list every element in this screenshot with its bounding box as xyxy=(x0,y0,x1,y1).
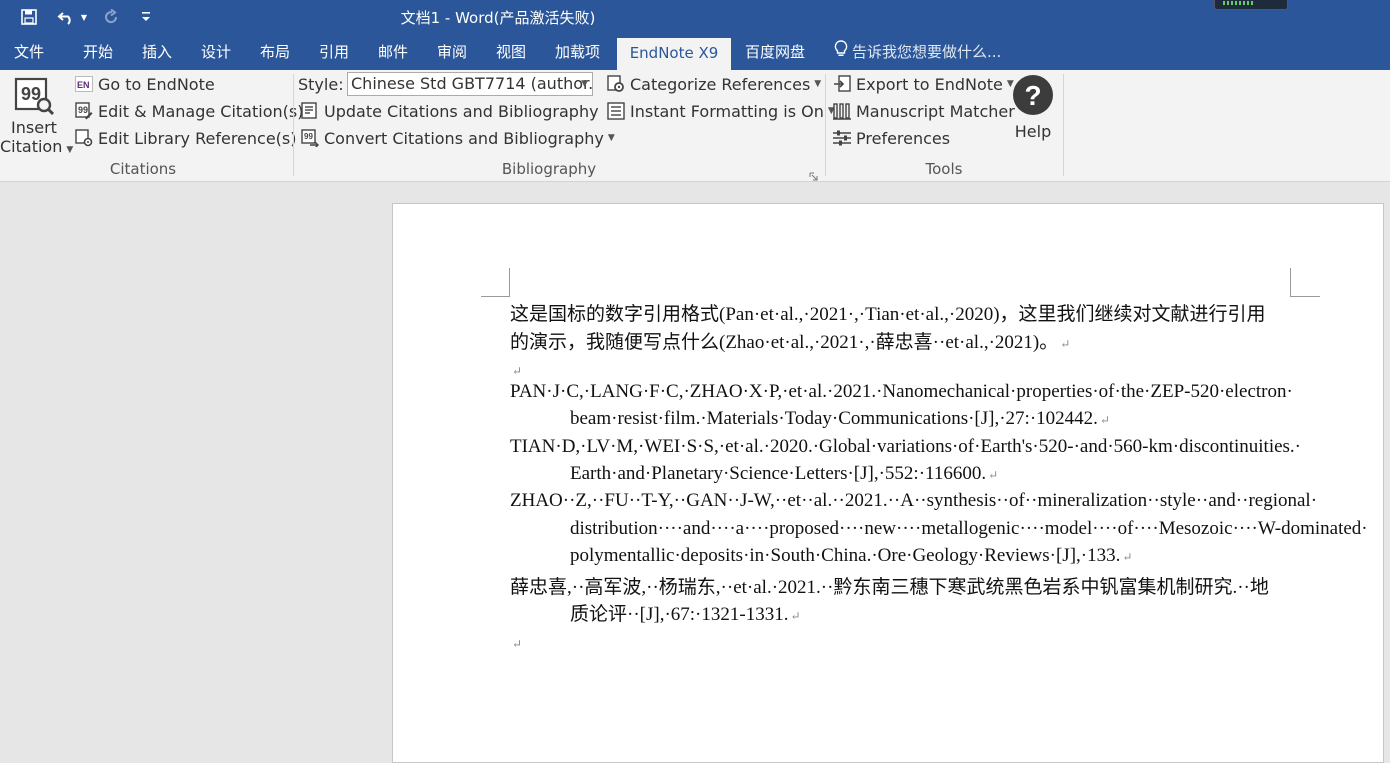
reference-entry-hanging-line[interactable]: Earth·and·Planetary·Science·Letters·[J],… xyxy=(570,463,998,485)
style-dropdown[interactable]: Chinese Std GBT7714 (author... ▼ xyxy=(347,72,593,96)
redo-icon[interactable] xyxy=(98,4,124,30)
convert-citations-button[interactable]: 99 Convert Citations and Bibliography ▼ xyxy=(300,126,615,150)
instant-formatting-icon xyxy=(606,101,626,121)
insert-citation-label-2: Citation ▼ xyxy=(0,137,74,156)
manuscript-matcher-button[interactable]: Manuscript Matcher xyxy=(832,99,1015,123)
system-widget xyxy=(1214,0,1288,10)
svg-text:EN: EN xyxy=(77,80,90,90)
svg-text:99: 99 xyxy=(304,132,313,141)
edit-citation-icon: 99 xyxy=(74,101,94,121)
reference-entry-first-line[interactable]: TIAN·D,·LV·M,·WEI·S·S,·et·al.·2020.·Glob… xyxy=(510,436,1301,458)
update-citations-button[interactable]: Update Citations and Bibliography xyxy=(300,99,599,123)
chevron-down-icon: ▼ xyxy=(581,79,588,89)
insert-citation-button[interactable]: 99 Insert Citation ▼ xyxy=(0,72,73,156)
preferences-button[interactable]: Preferences xyxy=(832,126,950,150)
instant-formatting-button[interactable]: Instant Formatting is On ▼ xyxy=(606,99,835,123)
export-to-endnote-button[interactable]: Export to EndNote ▼ xyxy=(832,72,1014,96)
empty-paragraph[interactable]: ↵ xyxy=(510,359,522,381)
update-citations-label: Update Citations and Bibliography xyxy=(324,101,599,121)
help-label: Help xyxy=(1014,122,1052,141)
instant-formatting-label: Instant Formatting is On xyxy=(630,101,824,121)
tab-file[interactable]: 文件 xyxy=(14,34,44,70)
reference-entry-hanging-line[interactable]: 质论评··[J],·67:·1321-1331. ↵ xyxy=(570,599,801,626)
crop-mark xyxy=(1290,268,1291,296)
edit-library-references-label: Edit Library Reference(s) xyxy=(98,128,297,148)
svg-text:99: 99 xyxy=(78,105,88,115)
tab-references[interactable]: 引用 xyxy=(319,34,349,70)
reference-entry-hanging-line[interactable]: polymentallic·deposits·in·South·China.·O… xyxy=(570,545,1132,567)
body-paragraph-line[interactable]: 这是国标的数字引用格式(Pan·et·al.,·2021·,·Tian·et·a… xyxy=(510,299,1266,326)
tab-layout[interactable]: 布局 xyxy=(260,34,290,70)
empty-paragraph[interactable]: ↵ xyxy=(510,632,522,654)
dialog-launcher-icon[interactable] xyxy=(809,167,819,181)
ribbon-tabs: 文件 开始 插入 设计 布局 引用 邮件 审阅 视图 加载项 EndNote X… xyxy=(0,34,1390,70)
ribbon-panel: 99 Insert Citation ▼ EN Go to EndNote 99 … xyxy=(0,70,1390,182)
svg-text:?: ? xyxy=(1024,80,1041,111)
categorize-references-button[interactable]: Categorize References ▼ xyxy=(606,72,821,96)
save-icon[interactable] xyxy=(16,4,42,30)
document-page[interactable]: 这是国标的数字引用格式(Pan·et·al.,·2021·,·Tian·et·a… xyxy=(392,203,1384,763)
tell-me-label: 告诉我您想要做什么... xyxy=(852,43,1002,61)
edit-library-references-button[interactable]: Edit Library Reference(s) xyxy=(74,126,297,150)
edit-manage-citations-label: Edit & Manage Citation(s) xyxy=(98,101,304,121)
preferences-label: Preferences xyxy=(856,128,951,148)
reference-entry-hanging-line[interactable]: beam·resist·film.·Materials·Today·Commun… xyxy=(570,408,1110,430)
tab-baidu-netdisk[interactable]: 百度网盘 xyxy=(745,34,805,70)
customize-icon[interactable] xyxy=(138,4,154,30)
undo-icon[interactable]: ▼ xyxy=(52,4,92,30)
tab-review[interactable]: 审阅 xyxy=(437,34,467,70)
reference-entry-first-line[interactable]: 薛忠喜,··高军波,··杨瑞东,··et·al.·2021.··黔东南三穗下寒武… xyxy=(510,572,1269,599)
group-separator xyxy=(1063,74,1064,176)
tab-view[interactable]: 视图 xyxy=(496,34,526,70)
insert-citation-icon: 99 xyxy=(0,72,68,118)
style-dropdown-value: Chinese Std GBT7714 (author... xyxy=(351,74,593,93)
library-gear-icon xyxy=(74,128,94,148)
lightbulb-icon xyxy=(834,35,848,71)
window-title: 文档1 - Word(产品激活失败) xyxy=(400,9,596,27)
export-to-endnote-label: Export to EndNote xyxy=(856,74,1003,94)
tools-group-label: Tools xyxy=(925,160,963,178)
convert-citations-label: Convert Citations and Bibliography xyxy=(324,128,604,148)
tab-insert[interactable]: 插入 xyxy=(142,34,172,70)
crop-mark xyxy=(481,296,510,297)
export-icon xyxy=(832,74,852,94)
categorize-gear-icon xyxy=(606,74,626,94)
help-button[interactable]: ? Help xyxy=(1010,74,1056,141)
tab-home[interactable]: 开始 xyxy=(83,34,113,70)
reference-entry-first-line[interactable]: ZHAO··Z,··FU··T-Y,··GAN··J-W,··et··al.··… xyxy=(510,490,1317,512)
categorize-references-label: Categorize References xyxy=(630,74,811,94)
citations-group-label: Citations xyxy=(109,160,177,178)
manuscript-matcher-icon xyxy=(832,101,852,121)
tab-design[interactable]: 设计 xyxy=(201,34,231,70)
title-bar: ▼ 文档1 - Word(产品激活失败) xyxy=(0,0,1390,34)
go-to-endnote-label: Go to EndNote xyxy=(98,74,215,94)
tell-me-search[interactable]: 告诉我您想要做什么... xyxy=(834,34,1001,70)
tab-addins[interactable]: 加载项 xyxy=(555,34,600,70)
update-citations-icon xyxy=(300,101,320,121)
tab-mailings[interactable]: 邮件 xyxy=(378,34,408,70)
group-separator xyxy=(293,74,294,176)
help-question-icon: ? xyxy=(1010,74,1056,116)
go-to-endnote-button[interactable]: EN Go to EndNote xyxy=(74,72,215,96)
crop-mark xyxy=(1290,296,1320,297)
tab-endnote[interactable]: EndNote X9 xyxy=(617,38,731,70)
edit-manage-citations-button[interactable]: 99 Edit & Manage Citation(s) xyxy=(74,99,303,123)
preferences-sliders-icon xyxy=(832,128,852,148)
convert-citations-icon: 99 xyxy=(300,128,320,148)
insert-citation-label-1: Insert xyxy=(11,118,57,137)
bibliography-group-label: Bibliography xyxy=(501,160,597,178)
body-paragraph-line[interactable]: 的演示，我随便写点什么(Zhao·et·al.,·2021·,·薛忠喜··et·… xyxy=(510,327,1070,354)
crop-mark xyxy=(509,268,510,296)
reference-entry-first-line[interactable]: PAN·J·C,·LANG·F·C,·ZHAO·X·P,·et·al.·2021… xyxy=(510,381,1293,403)
reference-entry-hanging-line[interactable]: distribution····and····a····proposed····… xyxy=(570,518,1368,540)
group-separator xyxy=(825,74,826,176)
endnote-logo-icon: EN xyxy=(74,74,94,94)
manuscript-matcher-label: Manuscript Matcher xyxy=(856,101,1015,121)
style-label: Style: xyxy=(298,74,344,94)
